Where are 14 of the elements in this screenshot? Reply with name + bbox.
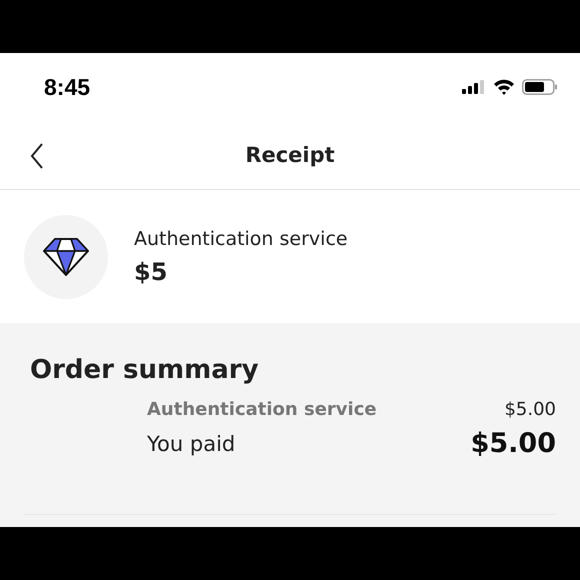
line-label: You paid — [147, 432, 236, 456]
diamond-icon — [42, 236, 90, 276]
signal-icon — [462, 80, 486, 94]
product-name: Authentication service — [134, 228, 348, 250]
line-amount: $5.00 — [470, 428, 556, 459]
status-time: 8:45 — [44, 74, 90, 100]
chevron-left-icon — [30, 143, 44, 169]
line-label: Authentication service — [147, 399, 377, 420]
page-title: Receipt — [245, 143, 335, 167]
battery-icon — [522, 79, 558, 95]
section-title: Order summary — [30, 355, 260, 385]
line-amount: $5.00 — [504, 399, 556, 420]
wifi-icon — [493, 79, 515, 95]
product-price: $5 — [134, 258, 168, 286]
